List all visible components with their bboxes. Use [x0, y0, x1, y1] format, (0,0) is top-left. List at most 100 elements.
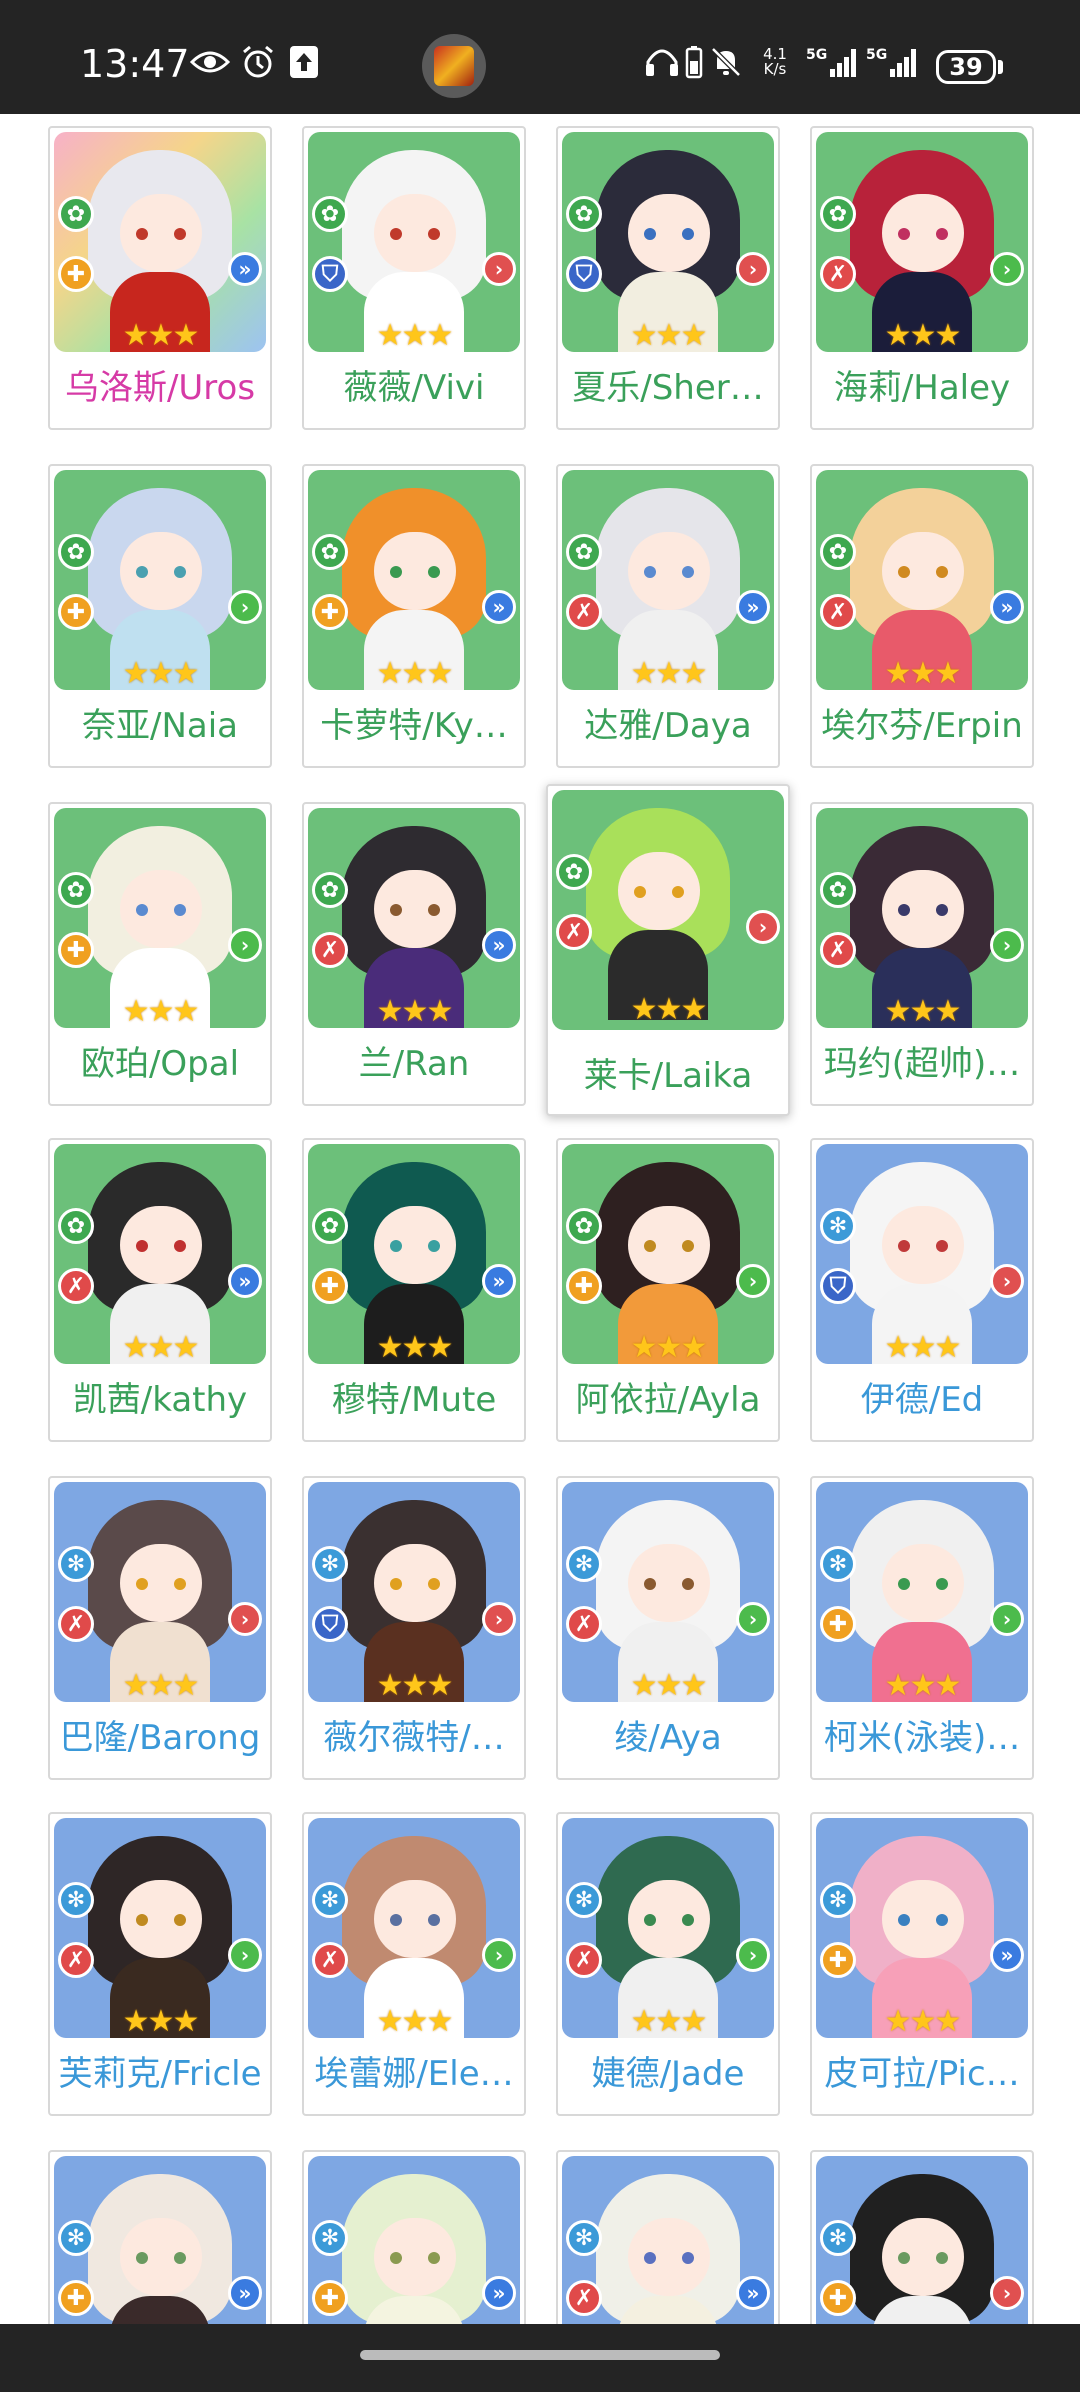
character-name: 乌洛斯/Uros — [64, 368, 256, 408]
character-face — [374, 870, 456, 948]
character-name: 绫/Aya — [614, 1718, 722, 1758]
character-portrait: ✿ ✗ » ★★★ — [308, 808, 520, 1028]
chevron-right-icon: › — [736, 1602, 770, 1636]
plus-icon: ✚ — [58, 256, 94, 292]
character-card[interactable]: ✻ ✗ › ★★★ 埃蕾娜/Ele… — [302, 1812, 526, 2116]
headphones-icon — [644, 40, 680, 84]
character-card[interactable]: ✻ ⛉ › ★★★ 薇尔薇特/… — [302, 1476, 526, 1780]
character-name: 薇薇/Vivi — [343, 368, 485, 408]
character-eye — [136, 1240, 148, 1252]
character-card[interactable]: ✻ ✚ › — [810, 2150, 1034, 2324]
swords-icon: ✗ — [312, 1942, 348, 1978]
navigation-bar — [0, 2324, 1080, 2392]
leaf-element-icon: ✿ — [312, 1208, 348, 1244]
character-card[interactable]: ✿ ⛉ › ★★★ 薇薇/Vivi — [302, 126, 526, 430]
swords-icon: ✗ — [566, 1606, 602, 1642]
character-portrait: ✿ ✗ › ★★★ — [552, 790, 784, 1030]
character-card[interactable]: ✻ ✗ › ★★★ 芙莉克/Fricle — [48, 1812, 272, 2116]
character-name: 薇尔薇特/… — [323, 1718, 505, 1758]
character-portrait: ✿ ⛉ › ★★★ — [308, 132, 520, 352]
chevron-right-icon: › — [746, 910, 780, 944]
character-card[interactable]: ✿ ✚ » ★★★ 穆特/Mute — [302, 1138, 526, 1442]
character-name: 埃尔芬/Erpin — [821, 706, 1023, 746]
snowflake-element-icon: ✻ — [820, 2220, 856, 2256]
character-card[interactable]: ✻ ✚ › ★★★ 柯米(泳装)… — [810, 1476, 1034, 1780]
gesture-handle[interactable] — [360, 2350, 720, 2360]
snowflake-element-icon: ✻ — [58, 1546, 94, 1582]
star-rating: ★★★ — [122, 1330, 200, 1364]
character-card[interactable]: ✿ ✗ › ★★★ 玛约(超帅)… — [810, 802, 1034, 1106]
character-face — [120, 2218, 202, 2296]
chevron-right-icon: › — [736, 1938, 770, 1972]
character-eye — [936, 566, 948, 578]
swords-icon: ✗ — [566, 1942, 602, 1978]
character-grid[interactable]: ✿ ✚ » ★★★ 乌洛斯/Uros ✿ ⛉ › ★★★ 薇薇/Vivi ✿ ⛉ › ★★★ 夏乐/Sher… — [0, 114, 1080, 2324]
character-eye — [898, 904, 910, 916]
character-face — [882, 1206, 964, 1284]
character-card[interactable]: ✿ ✗ › ★★★ 莱卡/Laika — [546, 784, 790, 1116]
character-face — [882, 870, 964, 948]
character-card[interactable]: ✿ ✗ » ★★★ 凯茜/kathy — [48, 1138, 272, 1442]
character-eye — [174, 1578, 186, 1590]
character-eye — [428, 566, 440, 578]
character-card[interactable]: ✻ ⛉ › ★★★ 伊德/Ed — [810, 1138, 1034, 1442]
character-card[interactable]: ✻ ✗ › ★★★ 婕德/Jade — [556, 1812, 780, 2116]
character-card[interactable]: ✿ ⛉ › ★★★ 夏乐/Sher… — [556, 126, 780, 430]
character-eye — [174, 1240, 186, 1252]
character-portrait: ✻ ✗ › ★★★ — [562, 1482, 774, 1702]
character-name: 奈亚/Naia — [81, 706, 238, 746]
character-name: 达雅/Daya — [584, 706, 752, 746]
character-card[interactable]: ✻ ✗ › ★★★ 绫/Aya — [556, 1476, 780, 1780]
character-portrait: ✿ ⛉ › ★★★ — [562, 132, 774, 352]
character-portrait: ✿ ✚ » ★★★ — [308, 470, 520, 690]
character-card[interactable]: ✿ ✗ » ★★★ 兰/Ran — [302, 802, 526, 1106]
chevron-right-icon: » — [990, 590, 1024, 624]
character-card[interactable]: ✻ ✗ › ★★★ 巴隆/Barong — [48, 1476, 272, 1780]
character-eye — [936, 1914, 948, 1926]
snowflake-element-icon: ✻ — [566, 2220, 602, 2256]
battery-saver-icon — [684, 40, 704, 84]
plus-icon: ✚ — [312, 594, 348, 630]
star-rating: ★★★ — [376, 656, 454, 690]
character-portrait: ✿ ✗ › ★★★ — [816, 808, 1028, 1028]
swords-icon: ✗ — [58, 1606, 94, 1642]
leaf-element-icon: ✿ — [566, 534, 602, 570]
character-eye — [898, 1578, 910, 1590]
character-card[interactable]: ✿ ✚ › ★★★ 欧珀/Opal — [48, 802, 272, 1106]
character-card[interactable]: ✻ ✚ » — [302, 2150, 526, 2324]
character-eye — [174, 1914, 186, 1926]
shield-icon: ⛉ — [820, 1268, 856, 1304]
leaf-element-icon: ✿ — [58, 534, 94, 570]
star-rating: ★★★ — [630, 1668, 708, 1702]
character-face — [120, 870, 202, 948]
character-card[interactable]: ✿ ✗ › ★★★ 海莉/Haley — [810, 126, 1034, 430]
character-face — [882, 1880, 964, 1958]
character-card[interactable]: ✿ ✗ » ★★★ 达雅/Daya — [556, 464, 780, 768]
character-eye — [390, 228, 402, 240]
star-rating: ★★★ — [122, 2004, 200, 2038]
star-rating: ★★★ — [630, 992, 708, 1027]
character-card[interactable]: ✻ ✚ » — [48, 2150, 272, 2324]
character-card[interactable]: ✿ ✚ › ★★★ 阿依拉/Ayla — [556, 1138, 780, 1442]
character-eye — [682, 2252, 694, 2264]
character-card[interactable]: ✻ ✚ » ★★★ 皮可拉/Pic… — [810, 1812, 1034, 2116]
character-eye — [390, 1578, 402, 1590]
character-face — [374, 532, 456, 610]
character-card[interactable]: ✻ ✗ » — [556, 2150, 780, 2324]
character-card[interactable]: ✿ ✚ » ★★★ 乌洛斯/Uros — [48, 126, 272, 430]
swords-icon: ✗ — [820, 594, 856, 630]
character-eye — [390, 904, 402, 916]
character-card[interactable]: ✿ ✚ › ★★★ 奈亚/Naia — [48, 464, 272, 768]
character-card[interactable]: ✿ ✚ » ★★★ 卡萝特/Ky… — [302, 464, 526, 768]
character-name: 莱卡/Laika — [583, 1056, 753, 1096]
character-card[interactable]: ✿ ✗ » ★★★ 埃尔芬/Erpin — [810, 464, 1034, 768]
signal-5g-icon: 5G — [806, 40, 862, 84]
star-rating: ★★★ — [884, 2004, 962, 2038]
character-name: 皮可拉/Pic… — [824, 2054, 1020, 2094]
star-rating: ★★★ — [122, 656, 200, 690]
chevron-right-icon: › — [228, 1602, 262, 1636]
character-name: 欧珀/Opal — [80, 1044, 240, 1084]
character-face — [628, 1206, 710, 1284]
star-rating: ★★★ — [884, 656, 962, 690]
chevron-right-icon: » — [228, 1264, 262, 1298]
